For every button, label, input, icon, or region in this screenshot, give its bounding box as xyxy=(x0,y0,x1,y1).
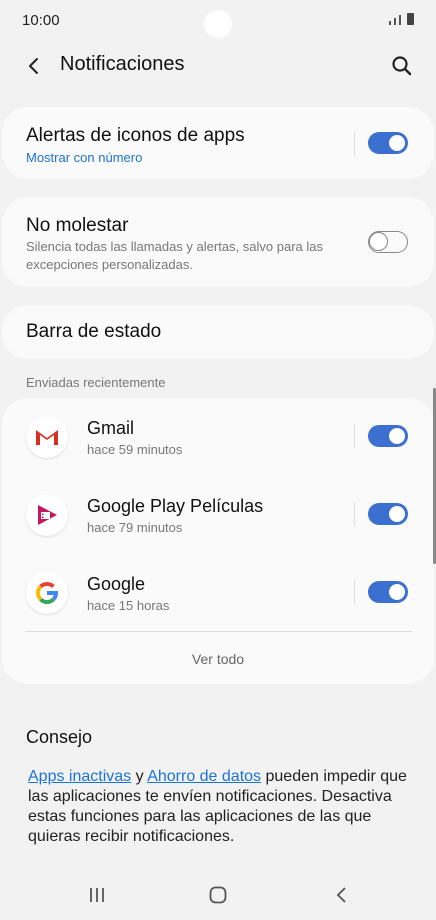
inactive-apps-link[interactable]: Apps inactivas xyxy=(28,768,131,785)
tip-title: Consejo xyxy=(26,727,93,747)
back-arrow-icon[interactable] xyxy=(22,54,46,78)
status-bar-title: Barra de estado xyxy=(26,321,162,342)
data-saver-link[interactable]: Ahorro de datos xyxy=(147,768,261,785)
app-badges-title: Alertas de iconos de apps xyxy=(26,125,245,146)
app-time: hace 79 minutos xyxy=(87,520,183,535)
status-time: 10:00 xyxy=(22,12,60,29)
divider xyxy=(354,580,355,604)
tip-connector: y xyxy=(135,768,144,785)
app-badges-row[interactable]: Alertas de iconos de apps Mostrar con nú… xyxy=(2,107,434,179)
dnd-title: No molestar xyxy=(26,215,129,236)
tip-text: Apps inactivas y Ahorro de datos pueden … xyxy=(28,767,408,847)
search-icon[interactable] xyxy=(390,54,414,78)
app-time: hace 15 horas xyxy=(87,598,170,613)
page-title: Notificaciones xyxy=(60,53,185,75)
app-name: Gmail xyxy=(87,418,135,438)
recent-section-label: Enviadas recientemente xyxy=(26,375,166,390)
google-toggle[interactable] xyxy=(368,581,408,603)
divider xyxy=(354,424,355,448)
status-bar: 10:00 xyxy=(0,0,436,40)
battery-icon xyxy=(407,13,414,25)
app-header: Notificaciones xyxy=(0,44,436,88)
back-icon[interactable] xyxy=(333,886,351,904)
app-time: hace 59 minutos xyxy=(87,442,183,457)
signal-icon xyxy=(389,21,391,25)
gmail-icon xyxy=(26,416,68,458)
navigation-bar xyxy=(0,872,436,920)
divider xyxy=(26,631,412,632)
app-badges-toggle[interactable] xyxy=(368,132,408,154)
home-icon[interactable] xyxy=(209,886,227,904)
signal-icon-bar xyxy=(394,18,396,25)
app-badges-subtitle: Mostrar con número xyxy=(26,150,143,165)
play-movies-toggle[interactable] xyxy=(368,503,408,525)
app-name: Google xyxy=(87,574,146,594)
signal-icon-bar xyxy=(399,15,401,25)
do-not-disturb-row[interactable]: No molestar Silencia todas las llamadas … xyxy=(2,197,434,287)
google-icon xyxy=(26,572,68,614)
divider xyxy=(354,502,355,526)
camera-cutout xyxy=(204,10,232,38)
play-movies-icon xyxy=(26,494,68,536)
recent-apps-card: Gmail hace 59 minutos Google Play Pelícu… xyxy=(2,398,434,684)
system-icons xyxy=(389,13,414,25)
divider xyxy=(354,132,355,156)
dnd-description: Silencia todas las llamadas y alertas, s… xyxy=(26,239,323,272)
status-bar-row[interactable]: Barra de estado xyxy=(2,305,434,359)
app-name: Google Play Películas xyxy=(87,496,264,516)
view-all-button[interactable]: Ver todo xyxy=(2,651,434,667)
recent-apps-icon[interactable] xyxy=(88,886,106,904)
dnd-toggle[interactable] xyxy=(368,231,408,253)
gmail-toggle[interactable] xyxy=(368,425,408,447)
